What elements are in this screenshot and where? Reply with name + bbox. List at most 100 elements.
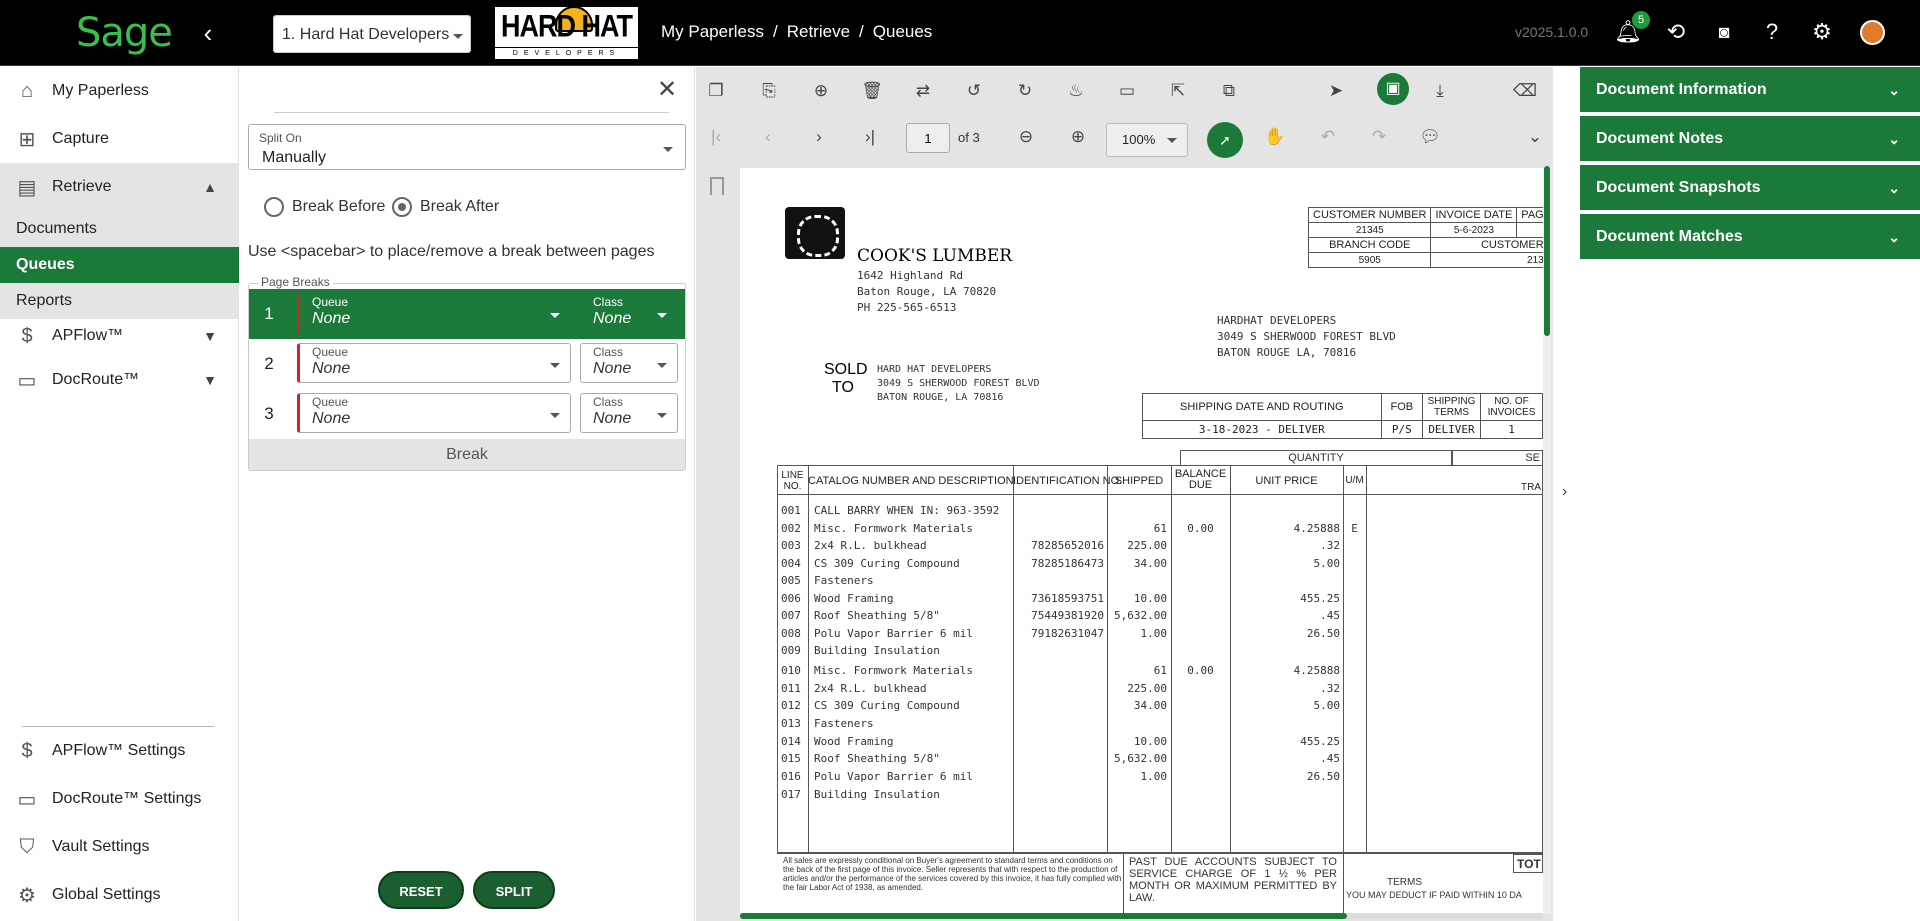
send-icon[interactable]: ➤ <box>1324 79 1348 103</box>
chevron-down-icon <box>453 34 463 39</box>
sidebar-item-documents[interactable]: Documents <box>0 211 239 247</box>
sidebar-item-global-settings[interactable]: ⚙ Global Settings <box>0 871 239 919</box>
page-break-row[interactable]: 3 Queue None Class None <box>249 389 685 439</box>
swap-icon[interactable]: ⇄ <box>911 79 935 103</box>
class-select[interactable]: Class None <box>580 293 678 333</box>
radio-icon <box>264 197 284 217</box>
undo-icon[interactable]: ↶ <box>1316 125 1340 149</box>
scrollbar-thumb[interactable] <box>1544 166 1550 336</box>
line-item-bal: 0.00 <box>1187 522 1214 535</box>
first-page-icon[interactable]: |‹ <box>704 125 728 149</box>
scrollbar-thumb[interactable] <box>740 913 1347 919</box>
document-information-section[interactable]: Document Information ⌄ <box>1580 67 1920 113</box>
class-select[interactable]: Class None <box>580 393 678 433</box>
rss-icon[interactable]: ◙ <box>1710 18 1738 46</box>
zoom-select[interactable]: 100% <box>1106 123 1188 157</box>
footer-divider <box>1343 854 1344 913</box>
line-item-no: 014 <box>781 735 801 748</box>
delete-icon[interactable]: 🗑︎ <box>860 79 884 103</box>
bookmark-icon[interactable] <box>710 177 724 195</box>
queue-select[interactable]: Queue None <box>297 293 571 333</box>
sidebar-item-queues[interactable]: Queues <box>0 247 239 283</box>
sidebar-item-apflow-settings[interactable]: $ APFlow™ Settings <box>0 727 239 775</box>
queue-select[interactable]: Queue None <box>297 393 571 433</box>
rotate-right-icon[interactable]: ↻ <box>1013 79 1037 103</box>
footer-terms-text: All sales are expressly conditional on B… <box>783 856 1122 892</box>
zoom-in-icon[interactable]: ⊕ <box>1066 125 1090 149</box>
sage-logo[interactable]: Sage <box>76 10 173 56</box>
column-divider <box>1013 465 1014 853</box>
line-item-price: 455.25 <box>1300 592 1340 605</box>
zoom-out-icon[interactable]: ⊖ <box>1014 125 1038 149</box>
sidebar-item-apflow[interactable]: $ APFlow™ ▼ <box>0 314 239 358</box>
chevron-down-icon[interactable]: ⌄ <box>1523 125 1547 149</box>
document-snapshots-section[interactable]: Document Snapshots ⌄ <box>1580 165 1920 211</box>
merge-icon[interactable]: ⧉ <box>1217 79 1241 103</box>
duplicate-icon[interactable]: ⎘ <box>757 79 781 103</box>
sidebar-item-docroute[interactable]: ▭ DocRoute™ ▼ <box>0 358 239 402</box>
break-after-radio[interactable]: Break After <box>392 197 499 217</box>
open-external-icon[interactable]: ⇱ <box>1166 79 1190 103</box>
class-select[interactable]: Class None <box>580 343 678 383</box>
save-icon[interactable]: ▣ <box>1377 73 1409 105</box>
alert-icon[interactable]: ⚙︎ <box>1808 18 1836 46</box>
video-icon[interactable]: ▭ <box>1115 79 1139 103</box>
notification-badge: 5 <box>1632 11 1650 29</box>
document-notes-section[interactable]: Document Notes ⌄ <box>1580 116 1920 162</box>
quantity-header: QUANTITY <box>1180 450 1452 465</box>
line-item-price: 26.50 <box>1306 627 1340 640</box>
page-break-row[interactable]: 1 Queue None Class None <box>249 289 685 339</box>
line-item-no: 010 <box>781 664 801 677</box>
page-number-input[interactable] <box>906 123 950 153</box>
split-button[interactable]: SPLIT <box>473 871 555 909</box>
help-icon[interactable]: ? <box>1758 18 1786 46</box>
add-page-icon[interactable]: ⊕ <box>809 79 833 103</box>
sidebar-item-retrieve[interactable]: ▤ Retrieve ▲ <box>0 163 239 211</box>
chevron-down-icon: ⌄ <box>1888 180 1900 196</box>
chevron-down-icon: ⌄ <box>1888 131 1900 147</box>
pan-hand-icon[interactable]: ✋ <box>1263 125 1287 149</box>
column-divider <box>1107 465 1108 853</box>
history-icon[interactable]: ⟲ <box>1662 18 1690 46</box>
se-header: SE <box>1452 450 1543 465</box>
close-icon[interactable]: ✕ <box>657 75 677 104</box>
last-page-icon[interactable]: ›| <box>858 125 882 149</box>
sidebar-item-label: Capture <box>52 130 109 147</box>
page-break-row[interactable]: 2 Queue None Class None <box>249 339 685 389</box>
queue-select[interactable]: Queue None <box>297 343 571 383</box>
sidebar-item-my-paperless[interactable]: ⌂ My Paperless <box>0 67 239 115</box>
invoice-address-line: Baton Rouge, LA 70820 <box>857 285 997 298</box>
document-matches-section[interactable]: Document Matches ⌄ <box>1580 214 1920 260</box>
prev-page-icon[interactable]: ‹ <box>756 125 780 149</box>
comment-icon[interactable]: 💬︎ <box>1418 125 1442 149</box>
fire-icon[interactable]: ♨ <box>1064 79 1088 103</box>
redo-icon[interactable]: ↷ <box>1367 125 1391 149</box>
chevron-right-icon[interactable]: › <box>1562 483 1567 501</box>
folder-icon: ▭ <box>17 788 37 811</box>
sidebar-item-capture[interactable]: ⊞ Capture <box>0 115 239 163</box>
rotate-left-icon[interactable]: ↺ <box>962 79 986 103</box>
eraser-icon[interactable]: ⌫ <box>1513 79 1537 103</box>
select-tool-icon[interactable]: ➚ <box>1207 122 1243 158</box>
horizontal-scrollbar[interactable] <box>740 913 1543 919</box>
break-button[interactable]: Break <box>249 439 685 470</box>
reset-button[interactable]: RESET <box>378 871 464 909</box>
next-page-icon[interactable]: › <box>807 125 831 149</box>
break-before-radio[interactable]: Break Before <box>264 197 385 217</box>
shipping-date-value: 3-18-2023 - DELIVER <box>1142 420 1382 439</box>
line-item-no: 001 <box>781 504 801 517</box>
company-select[interactable]: 1. Hard Hat Developers <box>273 15 471 53</box>
user-avatar[interactable] <box>1860 20 1885 45</box>
line-item-id: 75449381920 <box>1031 609 1104 622</box>
breadcrumb-my-paperless[interactable]: My Paperless <box>661 22 764 42</box>
sidebar-item-vault-settings[interactable]: ⛉ Vault Settings <box>0 823 239 871</box>
vertical-scrollbar[interactable] <box>1543 166 1551 914</box>
copy-pages-icon[interactable]: ❐ <box>704 79 728 103</box>
line-item-shipped: 5,632.00 <box>1114 609 1167 622</box>
download-icon[interactable]: ⤓ <box>1428 79 1452 103</box>
split-on-select[interactable]: Split On Manually <box>248 124 686 170</box>
sidebar-item-docroute-settings[interactable]: ▭ DocRoute™ Settings <box>0 775 239 823</box>
breadcrumb-retrieve[interactable]: Retrieve <box>787 22 850 42</box>
collapse-sidebar-icon[interactable]: ‹ <box>196 16 220 50</box>
saw-blade-logo <box>785 207 845 259</box>
